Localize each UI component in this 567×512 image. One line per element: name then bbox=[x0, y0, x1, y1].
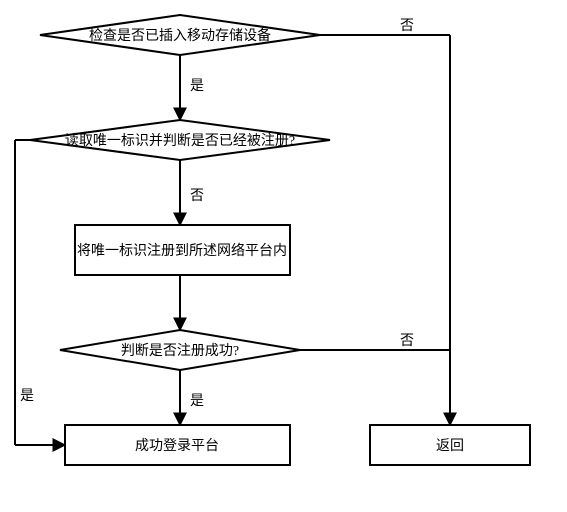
edge-d3-no-label: 否 bbox=[400, 334, 414, 349]
terminal-success-login: 成功登录平台 bbox=[65, 425, 290, 465]
terminal-return-label: 返回 bbox=[436, 438, 464, 454]
edge-d1-yes-label: 是 bbox=[190, 79, 204, 94]
terminal-return: 返回 bbox=[370, 425, 530, 465]
decision-check-registered-label: 读取唯一标识并判断是否已经被注册? bbox=[65, 132, 295, 149]
edge-d2-yes-label: 是 bbox=[20, 389, 34, 404]
edge-d1-no-label: 否 bbox=[400, 19, 414, 34]
process-register-uid: 将唯一标识注册到所述网络平台内 bbox=[75, 225, 290, 275]
edge-d3-yes-label: 是 bbox=[190, 394, 204, 409]
decision-register-success-label: 判断是否注册成功? bbox=[121, 343, 239, 359]
decision-check-device: 检查是否已插入移动存储设备 bbox=[40, 15, 320, 55]
terminal-success-login-label: 成功登录平台 bbox=[135, 438, 219, 454]
flowchart-canvas: 检查是否已插入移动存储设备 是 否 读取唯一标识并判断是否已经被注册? 否 是 … bbox=[0, 0, 567, 512]
decision-register-success: 判断是否注册成功? bbox=[60, 330, 300, 370]
decision-check-device-label: 检查是否已插入移动存储设备 bbox=[89, 27, 271, 44]
edge-d2-no-label: 否 bbox=[190, 189, 204, 204]
decision-check-registered: 读取唯一标识并判断是否已经被注册? bbox=[30, 120, 330, 160]
process-register-uid-label: 将唯一标识注册到所述网络平台内 bbox=[77, 243, 287, 259]
